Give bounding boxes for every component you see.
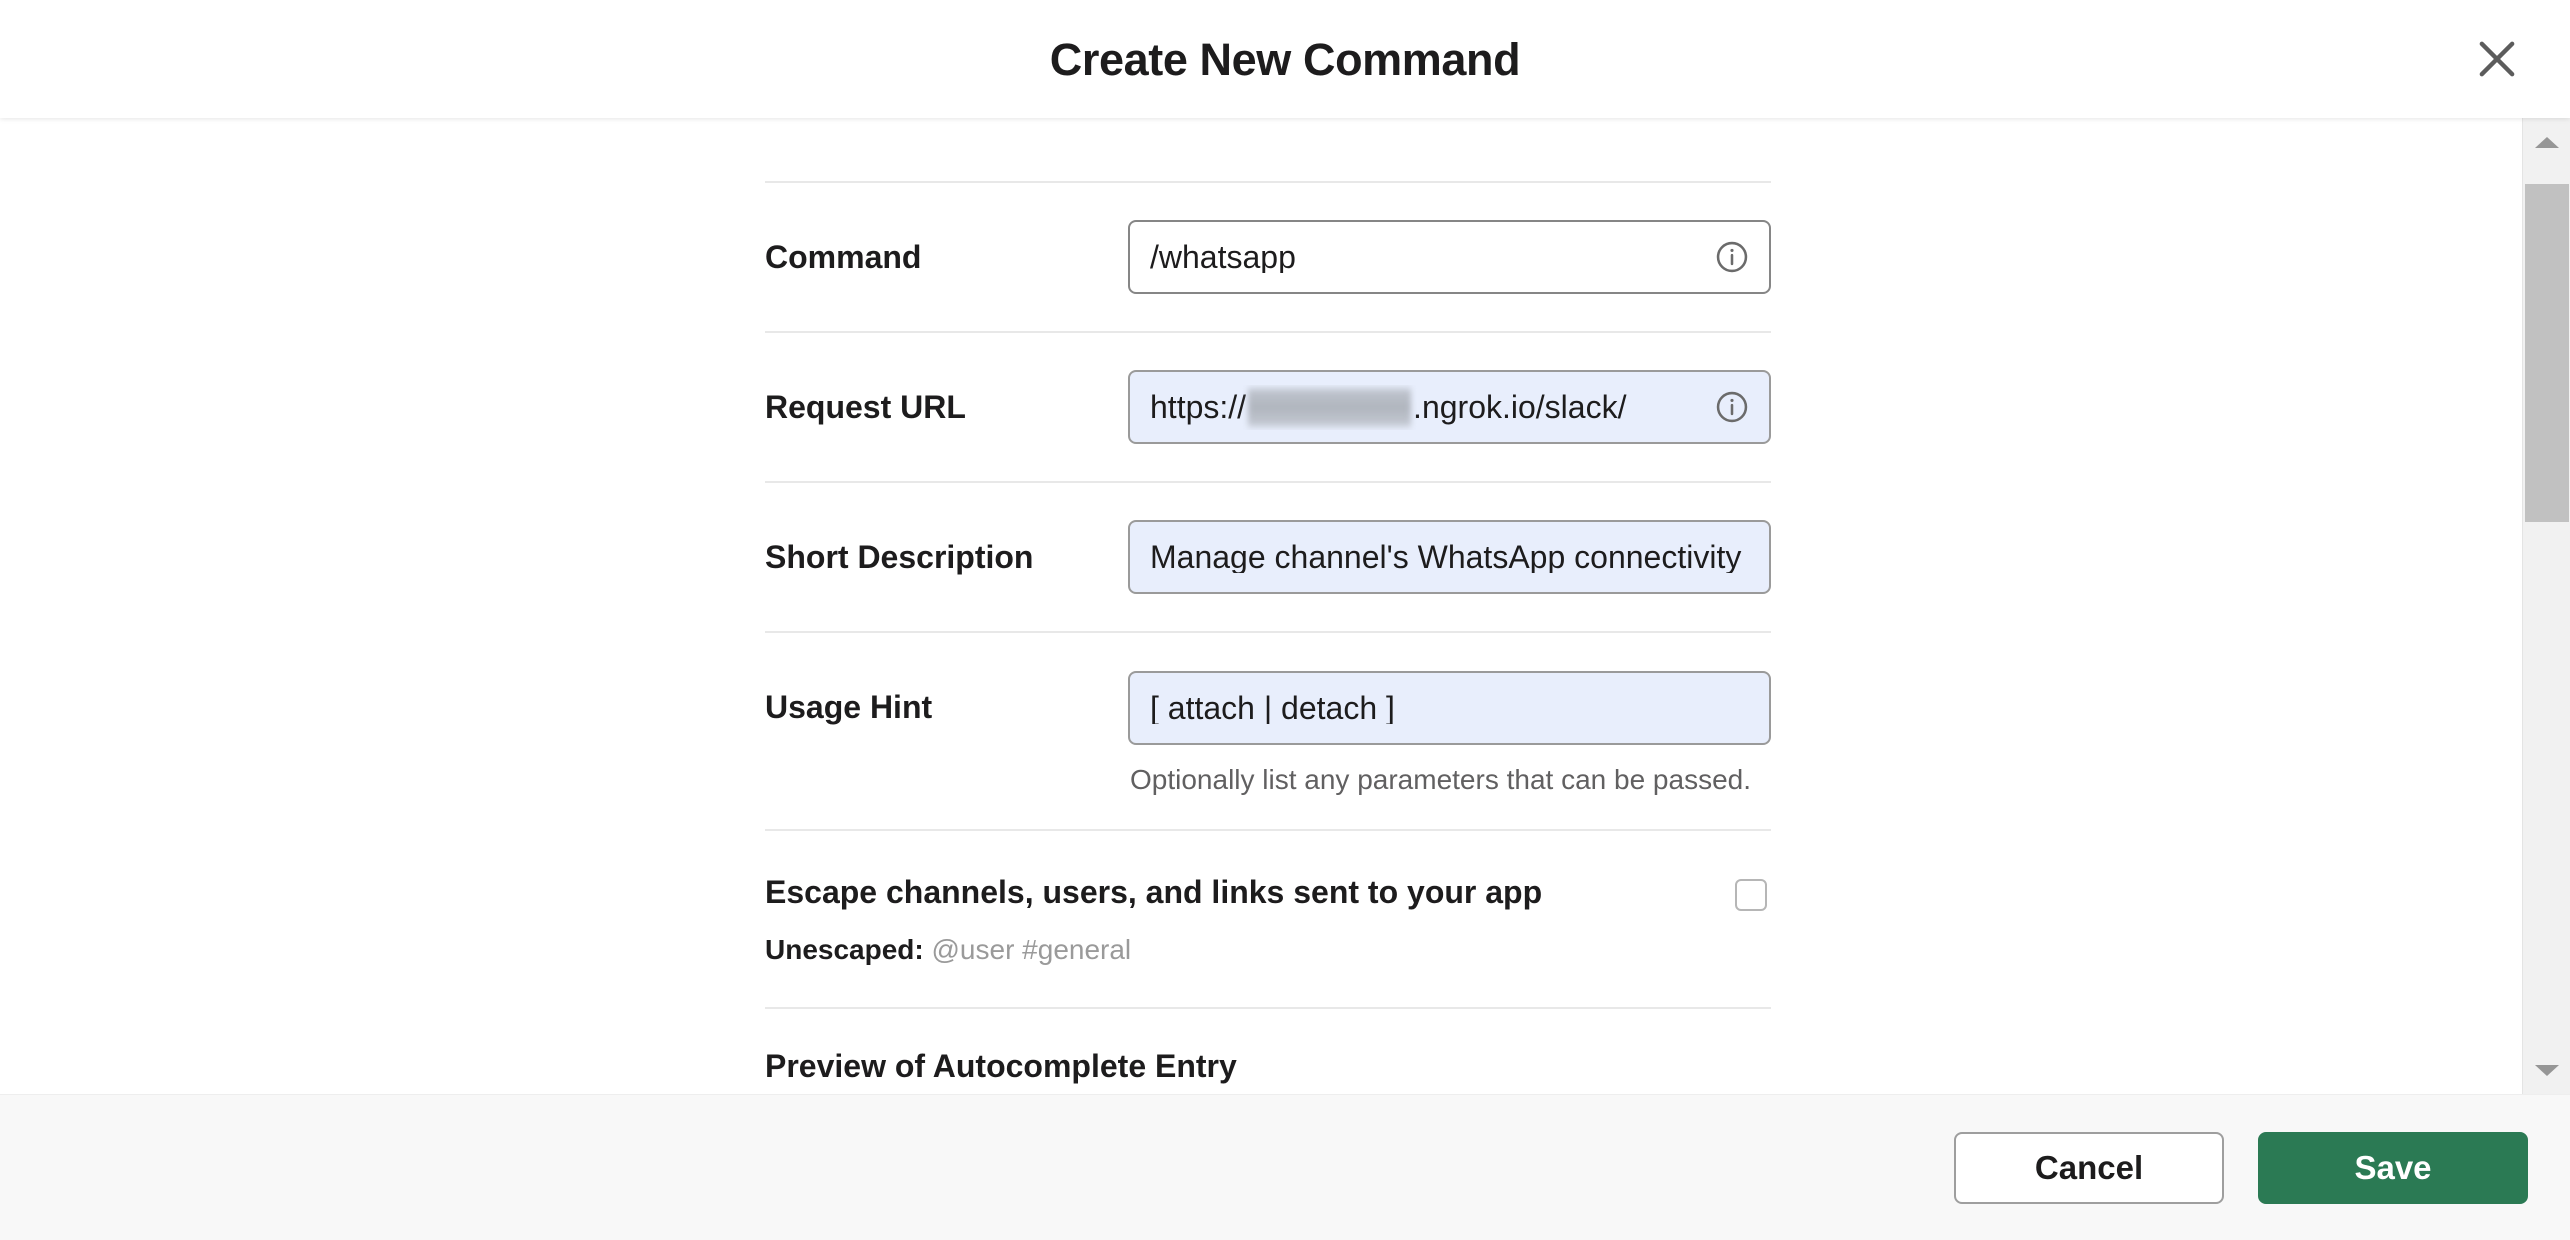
escape-unescaped-label: Unescaped: <box>765 934 924 966</box>
short-description-input[interactable]: Manage channel's WhatsApp connectivity <box>1128 520 1771 594</box>
short-description-label: Short Description <box>765 539 1034 575</box>
field-row-short-description: Short Description Manage channel's Whats… <box>765 483 1771 631</box>
scrollbar-thumb[interactable] <box>2524 184 2569 522</box>
create-command-modal: Create New Command Command /whatsapp Req… <box>0 0 2570 1240</box>
request-url-input[interactable]: https:// .ngrok.io/slack/ <box>1128 370 1771 444</box>
request-url-label: Request URL <box>765 389 966 425</box>
vertical-scrollbar[interactable] <box>2522 118 2570 1094</box>
preview-section: Preview of Autocomplete Entry <box>765 1009 1771 1094</box>
request-url-prefix: https:// <box>1150 389 1247 425</box>
close-button[interactable] <box>2462 24 2532 94</box>
request-url-input-value: https:// .ngrok.io/slack/ <box>1150 384 1703 430</box>
page-title: Create New Command <box>1049 33 1521 85</box>
escape-title: Escape channels, users, and links sent t… <box>765 874 1543 910</box>
scroll-content: Command /whatsapp Request URL https:// .… <box>0 118 2522 1094</box>
scroll-down-arrow-icon[interactable] <box>2522 1046 2570 1094</box>
preview-title: Preview of Autocomplete Entry <box>765 1047 1237 1084</box>
usage-hint-helper: Optionally list any parameters that can … <box>1130 764 1752 795</box>
escape-unescaped-preview: Unescaped: @user #general <box>765 933 1771 967</box>
command-label: Command <box>765 239 922 275</box>
usage-hint-input-value: [ attach | detach ] <box>1150 692 1395 724</box>
field-row-request-url: Request URL https:// .ngrok.io/slack/ <box>765 333 1771 481</box>
info-icon[interactable] <box>1713 388 1751 426</box>
scroll-up-arrow-icon[interactable] <box>2522 118 2570 166</box>
close-icon <box>2471 33 2523 85</box>
modal-header: Create New Command <box>0 0 2570 118</box>
command-form: Command /whatsapp Request URL https:// .… <box>765 118 1771 1094</box>
field-row-usage-hint: Usage Hint [ attach | detach ] Optionall… <box>765 633 1771 829</box>
usage-hint-label: Usage Hint <box>765 689 933 725</box>
field-row-command: Command /whatsapp <box>765 183 1771 331</box>
usage-hint-input[interactable]: [ attach | detach ] <box>1128 671 1771 745</box>
redacted-subdomain <box>1248 384 1412 430</box>
scrollbar-track[interactable] <box>2522 166 2570 1046</box>
request-url-suffix: .ngrok.io/slack/ <box>1413 389 1627 425</box>
modal-footer: Cancel Save <box>0 1094 2570 1240</box>
escape-checkbox[interactable] <box>1735 879 1767 911</box>
save-button[interactable]: Save <box>2258 1131 2528 1204</box>
modal-body: Command /whatsapp Request URL https:// .… <box>0 118 2570 1094</box>
escape-unescaped-value: @user #general <box>931 934 1132 966</box>
command-input[interactable]: /whatsapp <box>1128 220 1771 294</box>
command-input-value: /whatsapp <box>1150 241 1296 273</box>
short-description-input-value: Manage channel's WhatsApp connectivity <box>1150 541 1742 573</box>
info-icon[interactable] <box>1713 238 1751 276</box>
cancel-button[interactable]: Cancel <box>1954 1131 2224 1204</box>
escape-section: Escape channels, users, and links sent t… <box>765 831 1771 1007</box>
